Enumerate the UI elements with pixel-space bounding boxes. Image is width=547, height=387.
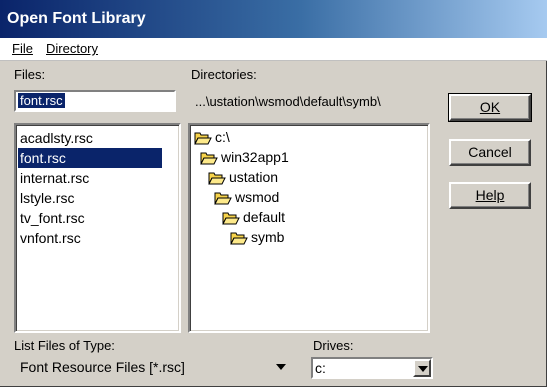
tree-item-label: default	[243, 209, 286, 225]
menu-directory[interactable]: Directory	[46, 41, 98, 56]
open-folder-icon	[230, 232, 248, 245]
list-item[interactable]: internat.rsc	[18, 168, 89, 188]
window-title: Open Font Library	[7, 10, 146, 27]
open-folder-icon	[222, 212, 240, 225]
drives-value: c:	[315, 360, 326, 376]
directories-label: Directories:	[191, 67, 257, 82]
help-button[interactable]: Help	[449, 182, 531, 209]
ok-button[interactable]: OK	[448, 93, 532, 122]
chevron-down-icon[interactable]	[413, 359, 431, 377]
open-folder-icon	[200, 152, 218, 165]
title-bar[interactable]: Open Font Library	[0, 0, 547, 38]
open-folder-icon	[194, 132, 212, 145]
tree-item-win32app1[interactable]: win32app1	[200, 147, 289, 167]
drives-dropdown[interactable]: c:	[311, 357, 433, 379]
tree-item-wsmod[interactable]: wsmod	[214, 187, 279, 207]
file-type-value: Font Resource Files [*.rsc]	[20, 359, 185, 375]
file-type-label: List Files of Type:	[14, 338, 115, 353]
filename-value: font.rsc	[17, 92, 66, 109]
tree-item-default[interactable]: default	[222, 207, 285, 227]
open-folder-icon	[208, 172, 226, 185]
open-folder-icon	[214, 192, 232, 205]
menu-file-label: File	[12, 41, 33, 56]
files-list[interactable]: acadlsty.rsc font.rsc internat.rsc lstyl…	[14, 123, 181, 333]
cancel-button-label: Cancel	[468, 144, 512, 160]
current-directory-path: ...\ustation\wsmod\default\symb\	[195, 94, 381, 109]
tree-item-c[interactable]: c:\	[194, 127, 230, 147]
tree-item-symb[interactable]: symb	[230, 227, 284, 247]
filename-input[interactable]: font.rsc	[14, 90, 176, 112]
list-item[interactable]: lstyle.rsc	[18, 188, 74, 208]
menu-file[interactable]: File	[12, 41, 33, 56]
tree-item-label: wsmod	[235, 189, 280, 205]
chevron-down-icon[interactable]	[273, 359, 291, 377]
list-item[interactable]: acadlsty.rsc	[18, 128, 93, 148]
list-item[interactable]: tv_font.rsc	[18, 208, 85, 228]
tree-item-label: ustation	[229, 169, 279, 185]
tree-item-label: symb	[251, 229, 285, 245]
menu-bar: File Directory	[0, 38, 547, 61]
tree-item-label: c:\	[215, 129, 230, 145]
help-button-label: Help	[475, 187, 505, 203]
file-type-dropdown[interactable]: Font Resource Files [*.rsc]	[14, 357, 295, 379]
tree-item-label: win32app1	[221, 149, 289, 165]
list-item-selected[interactable]: font.rsc	[18, 148, 162, 168]
list-item[interactable]: vnfont.rsc	[18, 228, 81, 248]
menu-directory-label: Directory	[46, 41, 99, 56]
cancel-button[interactable]: Cancel	[449, 139, 531, 166]
files-label: Files:	[14, 67, 46, 82]
ok-button-label: OK	[479, 99, 501, 115]
tree-item-ustation[interactable]: ustation	[208, 167, 278, 187]
directories-tree[interactable]: c:\ win32app1 ustation wsmod default sym…	[188, 123, 430, 333]
open-font-library-dialog: Open Font Library File Directory Files: …	[0, 0, 547, 387]
drives-label: Drives:	[313, 338, 354, 353]
